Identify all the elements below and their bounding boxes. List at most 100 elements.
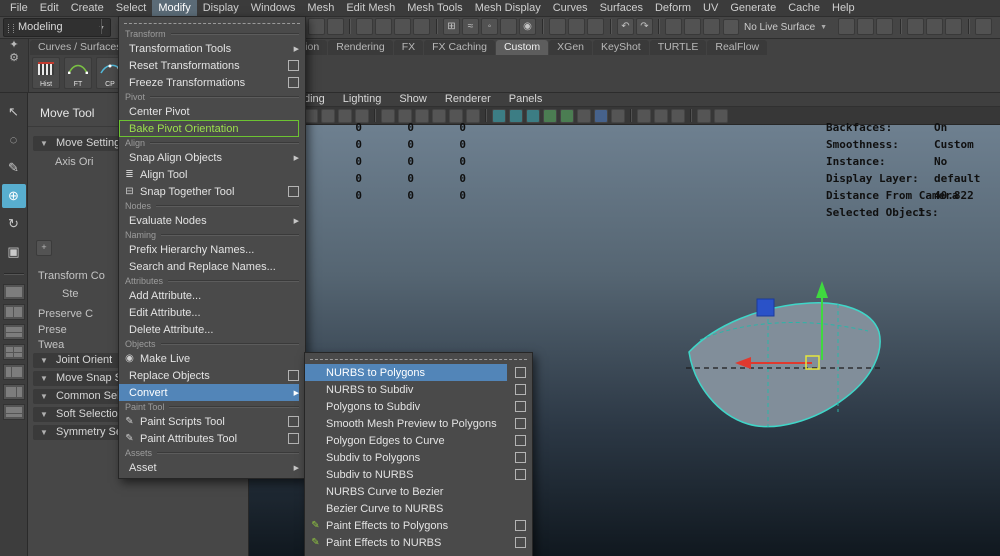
shelf-tab-rendering[interactable]: Rendering xyxy=(328,40,392,55)
menu-item-center-pivot[interactable]: Center Pivot xyxy=(119,103,305,120)
xray-joints-icon[interactable] xyxy=(671,109,685,123)
option-box[interactable] xyxy=(515,418,526,429)
menu-item-freeze-transformations[interactable]: Freeze Transformations xyxy=(119,74,305,91)
menu-item-snap-together-tool[interactable]: ⊟Snap Together Tool xyxy=(119,183,305,200)
menu-tearoff[interactable] xyxy=(124,20,300,24)
menu-mesh-display[interactable]: Mesh Display xyxy=(469,0,547,16)
menu-item-nurbs-to-polygons[interactable]: NURBS to Polygons xyxy=(305,364,532,381)
menu-edit[interactable]: Edit xyxy=(34,0,65,16)
option-box[interactable] xyxy=(288,60,299,71)
shelf-tab-turtle[interactable]: TURTLE xyxy=(650,40,707,55)
textured-icon[interactable] xyxy=(526,109,540,123)
panel-menu-panels[interactable]: Panels xyxy=(509,93,543,105)
paint-select-tool-button[interactable]: ✎ xyxy=(2,156,26,180)
option-box[interactable] xyxy=(515,435,526,446)
select-points-icon[interactable] xyxy=(375,18,392,35)
use-all-lights-icon[interactable] xyxy=(543,109,557,123)
panel-menu-lighting[interactable]: Lighting xyxy=(343,93,382,105)
rotate-tool-button[interactable]: ↻ xyxy=(2,212,26,236)
tool-settings-toggle-icon[interactable] xyxy=(857,18,874,35)
layout-four-pane-button[interactable] xyxy=(3,344,25,360)
menu-tearoff[interactable] xyxy=(310,356,527,360)
layout-stacked-pane-button[interactable] xyxy=(3,324,25,340)
menu-item-nurbs-curve-to-bezier[interactable]: NURBS Curve to Bezier xyxy=(305,483,532,500)
menu-windows[interactable]: Windows xyxy=(245,0,302,16)
menu-item-bake-pivot-orientation[interactable]: Bake Pivot Orientation xyxy=(119,120,305,137)
option-box[interactable] xyxy=(515,401,526,412)
option-box[interactable] xyxy=(515,469,526,480)
panel-menu-show[interactable]: Show xyxy=(399,93,427,105)
gamma-icon[interactable] xyxy=(714,109,728,123)
shelf-tab-custom[interactable]: Custom xyxy=(496,40,548,55)
menu-item-reset-transformations[interactable]: Reset Transformations xyxy=(119,57,305,74)
ipr-render-icon[interactable] xyxy=(684,18,701,35)
snap-to-plane-icon[interactable] xyxy=(500,18,517,35)
menu-item-bezier-curve-to-nurbs[interactable]: Bezier Curve to NURBS xyxy=(305,500,532,517)
layout-two-pane-button[interactable] xyxy=(3,304,25,320)
shelf-tab-curves-surfaces[interactable]: Curves / Surfaces xyxy=(30,40,129,55)
shelf-tab-fx[interactable]: FX xyxy=(394,40,423,55)
shelf-tab-fx-caching[interactable]: FX Caching xyxy=(424,40,495,55)
object-mode-icon[interactable] xyxy=(327,18,344,35)
xray-icon[interactable] xyxy=(654,109,668,123)
menu-item-paint-effects-to-polygons[interactable]: ✎Paint Effects to Polygons xyxy=(305,517,532,534)
hierarchy-mode-icon[interactable] xyxy=(308,18,325,35)
menu-item-add-attribute[interactable]: Add Attribute... xyxy=(119,287,305,304)
shelf-item-hist[interactable]: Hist xyxy=(32,57,60,89)
layout-outliner-persp-button[interactable] xyxy=(3,364,25,380)
live-surface-selector[interactable]: No Live Surface ▼ xyxy=(723,19,827,35)
menu-item-prefix-hierarchy-names[interactable]: Prefix Hierarchy Names... xyxy=(119,241,305,258)
option-box[interactable] xyxy=(515,367,526,378)
shelf-tab-realflow[interactable]: RealFlow xyxy=(707,40,767,55)
menu-item-nurbs-to-subdiv[interactable]: NURBS to Subdiv xyxy=(305,381,532,398)
field-chart-icon[interactable] xyxy=(466,109,480,123)
motion-blur-icon[interactable] xyxy=(594,109,608,123)
option-box[interactable] xyxy=(515,537,526,548)
menu-mesh[interactable]: Mesh xyxy=(301,0,340,16)
option-box[interactable] xyxy=(288,370,299,381)
menu-help[interactable]: Help xyxy=(826,0,861,16)
shelf-tab-xgen[interactable]: XGen xyxy=(549,40,592,55)
menu-uv[interactable]: UV xyxy=(697,0,724,16)
snap-to-point-icon[interactable]: ◦ xyxy=(481,18,498,35)
select-lines-icon[interactable] xyxy=(394,18,411,35)
snap-to-grid-icon[interactable]: ⊞ xyxy=(443,18,460,35)
menu-item-make-live[interactable]: ◉Make Live xyxy=(119,350,305,367)
menu-item-subdiv-to-polygons[interactable]: Subdiv to Polygons xyxy=(305,449,532,466)
menu-item-replace-objects[interactable]: Replace Objects xyxy=(119,367,305,384)
axis-orientation-icon[interactable]: + xyxy=(36,240,52,256)
move-tool-button[interactable]: ⊕ xyxy=(2,184,26,208)
menu-item-edit-attribute[interactable]: Edit Attribute... xyxy=(119,304,305,321)
option-box[interactable] xyxy=(515,384,526,395)
render-settings-icon[interactable] xyxy=(703,18,720,35)
layout-single-pane-button[interactable] xyxy=(3,284,25,300)
construction-history-icon[interactable] xyxy=(587,18,604,35)
shaded-icon[interactable] xyxy=(509,109,523,123)
panel-menu-shading[interactable]: ding xyxy=(304,93,325,105)
screen-space-ao-icon[interactable] xyxy=(577,109,591,123)
wireframe-icon[interactable] xyxy=(492,109,506,123)
menu-edit-mesh[interactable]: Edit Mesh xyxy=(340,0,401,16)
layout-persp-outliner-button[interactable] xyxy=(3,384,25,400)
exposure-icon[interactable] xyxy=(697,109,711,123)
menu-item-polygons-to-subdiv[interactable]: Polygons to Subdiv xyxy=(305,398,532,415)
option-box[interactable] xyxy=(515,452,526,463)
menu-item-evaluate-nodes[interactable]: Evaluate Nodes▶ xyxy=(119,212,305,229)
menu-deform[interactable]: Deform xyxy=(649,0,697,16)
menu-set-selector[interactable]: Modeling ▼ xyxy=(3,18,111,37)
menu-mesh-tools[interactable]: Mesh Tools xyxy=(401,0,468,16)
shelf-tab-keyshot[interactable]: KeyShot xyxy=(593,40,649,55)
menu-item-polygon-edges-to-curve[interactable]: Polygon Edges to Curve xyxy=(305,432,532,449)
menu-modify[interactable]: Modify xyxy=(152,0,196,16)
panel-toggle-icon[interactable] xyxy=(975,18,992,35)
menu-item-paint-effects-to-nurbs[interactable]: ✎Paint Effects to NURBS xyxy=(305,534,532,551)
modeling-toolkit-icon[interactable] xyxy=(907,18,924,35)
menu-item-snap-align-objects[interactable]: Snap Align Objects▶ xyxy=(119,149,305,166)
menu-item-subdiv-to-nurbs[interactable]: Subdiv to NURBS xyxy=(305,466,532,483)
lasso-tool-button[interactable]: ◌ xyxy=(2,128,26,152)
menu-surfaces[interactable]: Surfaces xyxy=(594,0,649,16)
menu-generate[interactable]: Generate xyxy=(724,0,782,16)
select-faces-icon[interactable] xyxy=(413,18,430,35)
shelf-item-ft[interactable]: FT xyxy=(64,57,92,89)
character-controls-icon[interactable] xyxy=(926,18,943,35)
